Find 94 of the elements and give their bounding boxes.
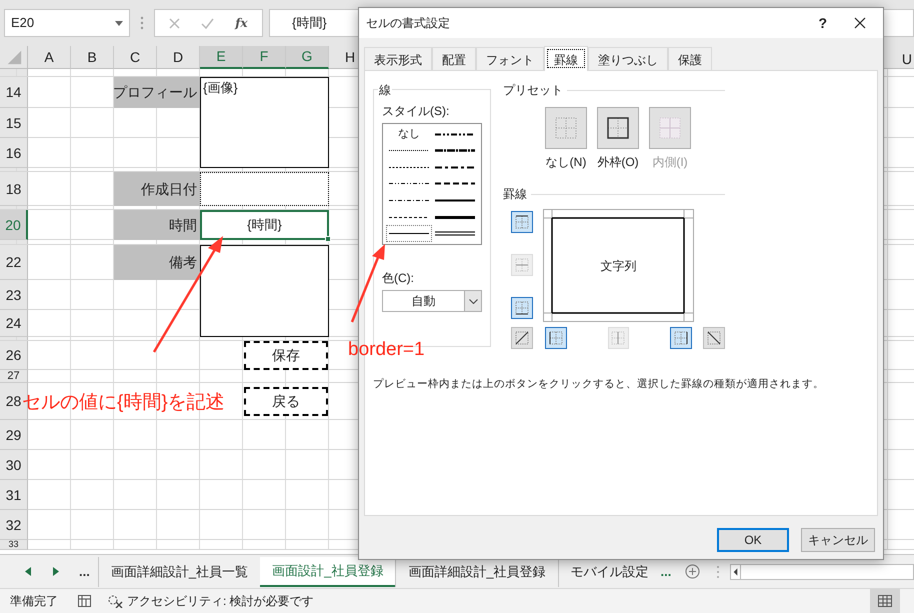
row-header[interactable]: 22 [0, 245, 28, 280]
preset-button[interactable] [597, 107, 639, 149]
border-toggle-button[interactable] [511, 327, 533, 349]
row-header[interactable]: 15 [0, 108, 28, 138]
scroll-left-icon[interactable] [731, 564, 742, 578]
dialog-tab[interactable]: 保護 [668, 47, 712, 70]
border-toggle-button[interactable] [511, 211, 533, 233]
sheet-button[interactable]: 戻る [244, 387, 328, 416]
field-label: プロフィール [114, 77, 200, 108]
dropdown-caret-icon[interactable] [115, 20, 123, 26]
field-label: 時間 [114, 210, 200, 240]
hint-text: プレビュー枠内または上のボタンをクリックすると、選択した罫線の種類が適用されます。 [373, 377, 825, 392]
border-toggle-button[interactable] [670, 327, 692, 349]
name-box[interactable]: E20 [4, 9, 130, 37]
sheet-tab[interactable]: 画面設計_社員登録 [260, 556, 396, 586]
more-tabs-button[interactable]: ... [79, 562, 90, 582]
grip-icon [716, 564, 720, 578]
row-header[interactable]: 33 [0, 540, 28, 550]
dialog-tab[interactable]: 罫線 [544, 46, 588, 71]
column-header[interactable]: E [200, 46, 243, 69]
row-header[interactable]: 29 [0, 420, 28, 450]
dropdown-caret-icon [468, 298, 478, 304]
status-text: 準備完了 [10, 593, 58, 610]
horizontal-scrollbar[interactable] [730, 564, 914, 580]
grip-icon [140, 16, 144, 30]
accessibility-icon[interactable] [107, 594, 123, 608]
border-line-icon [513, 213, 531, 231]
dialog-tab[interactable]: 塗りつぶし [588, 47, 668, 70]
row-header[interactable]: 30 [0, 450, 28, 480]
close-icon [854, 17, 866, 29]
scroll-left-icon[interactable] [25, 567, 31, 576]
preview-text: 文字列 [600, 258, 636, 274]
scroll-right-icon[interactable] [53, 567, 59, 576]
group-title: 罫線 [503, 186, 527, 203]
column-header[interactable]: A [28, 46, 71, 69]
cell-field[interactable] [200, 172, 329, 206]
line-style-option[interactable]: なし [386, 126, 432, 143]
row-header[interactable]: 32 [0, 510, 28, 540]
border-line-icon [512, 329, 531, 347]
border-toggle-button[interactable] [703, 327, 725, 349]
border-line-icon [672, 329, 690, 347]
line-style-option[interactable] [386, 225, 432, 242]
dialog-tab[interactable]: 表示形式 [364, 47, 432, 70]
row-header[interactable]: 14 [0, 77, 28, 108]
more-tabs-button[interactable]: ... [660, 562, 672, 582]
dialog-tab[interactable]: フォント [476, 47, 544, 70]
dialog-button[interactable]: OK [717, 528, 789, 552]
grid-icon [878, 595, 892, 607]
table-icon[interactable] [78, 595, 91, 607]
border-toggle-button[interactable] [544, 327, 567, 349]
border-line-icon [609, 329, 628, 347]
annotation-text: border=1 [348, 340, 425, 359]
border-line-icon [546, 329, 565, 347]
fill-handle[interactable] [325, 236, 331, 242]
add-sheet-icon[interactable] [685, 564, 700, 579]
row-header[interactable]: 20 [0, 210, 28, 240]
row-header[interactable]: 26 [0, 341, 28, 370]
row-header[interactable]: 31 [0, 480, 28, 510]
row-header[interactable]: 16 [0, 138, 28, 168]
sheet-button[interactable]: 保存 [244, 341, 328, 370]
border-line-icon [705, 329, 724, 347]
line-style-list[interactable]: なし [382, 123, 482, 245]
column-header[interactable]: B [71, 46, 114, 69]
column-header[interactable]: C [114, 46, 157, 69]
border-line-icon [513, 299, 531, 317]
dialog-tab[interactable]: 配置 [432, 47, 476, 70]
color-dropdown[interactable]: 自動 [382, 290, 482, 312]
field-label: スタイル(S): [382, 103, 450, 120]
cell-field[interactable] [200, 245, 329, 337]
row-header[interactable]: 23 [0, 280, 28, 310]
column-header[interactable]: U [902, 46, 914, 68]
border-line-icon [513, 256, 531, 274]
accessibility-status[interactable]: アクセシビリティ: 検討が必要です [127, 592, 314, 610]
cell-field[interactable]: {時間} [200, 210, 329, 240]
normal-view-button[interactable] [870, 589, 900, 613]
dialog-title: セルの書式設定 [366, 15, 450, 32]
column-header[interactable]: F [243, 46, 286, 69]
border-toggle-button[interactable] [511, 297, 533, 319]
help-button[interactable]: ? [812, 12, 833, 34]
preset-label: 内側(I) [652, 154, 688, 171]
cell-field[interactable]: {画像} [200, 77, 329, 168]
line-sample-icon[interactable] [435, 229, 475, 238]
row-header[interactable]: 24 [0, 310, 28, 337]
group-title: プリセット [503, 82, 563, 99]
field-label: 備考 [114, 245, 200, 280]
preset-label: なし(N) [546, 154, 586, 171]
insert-function-button[interactable]: fx [235, 14, 248, 32]
field-label: 作成日付 [114, 172, 200, 206]
dialog-button[interactable]: キャンセル [801, 528, 875, 552]
row-header[interactable]: 27 [0, 370, 28, 383]
preset-label: 外枠(O) [597, 154, 639, 171]
field-label: 色(C): [382, 270, 415, 287]
column-header[interactable]: G [286, 46, 329, 69]
row-header[interactable]: 18 [0, 172, 28, 206]
